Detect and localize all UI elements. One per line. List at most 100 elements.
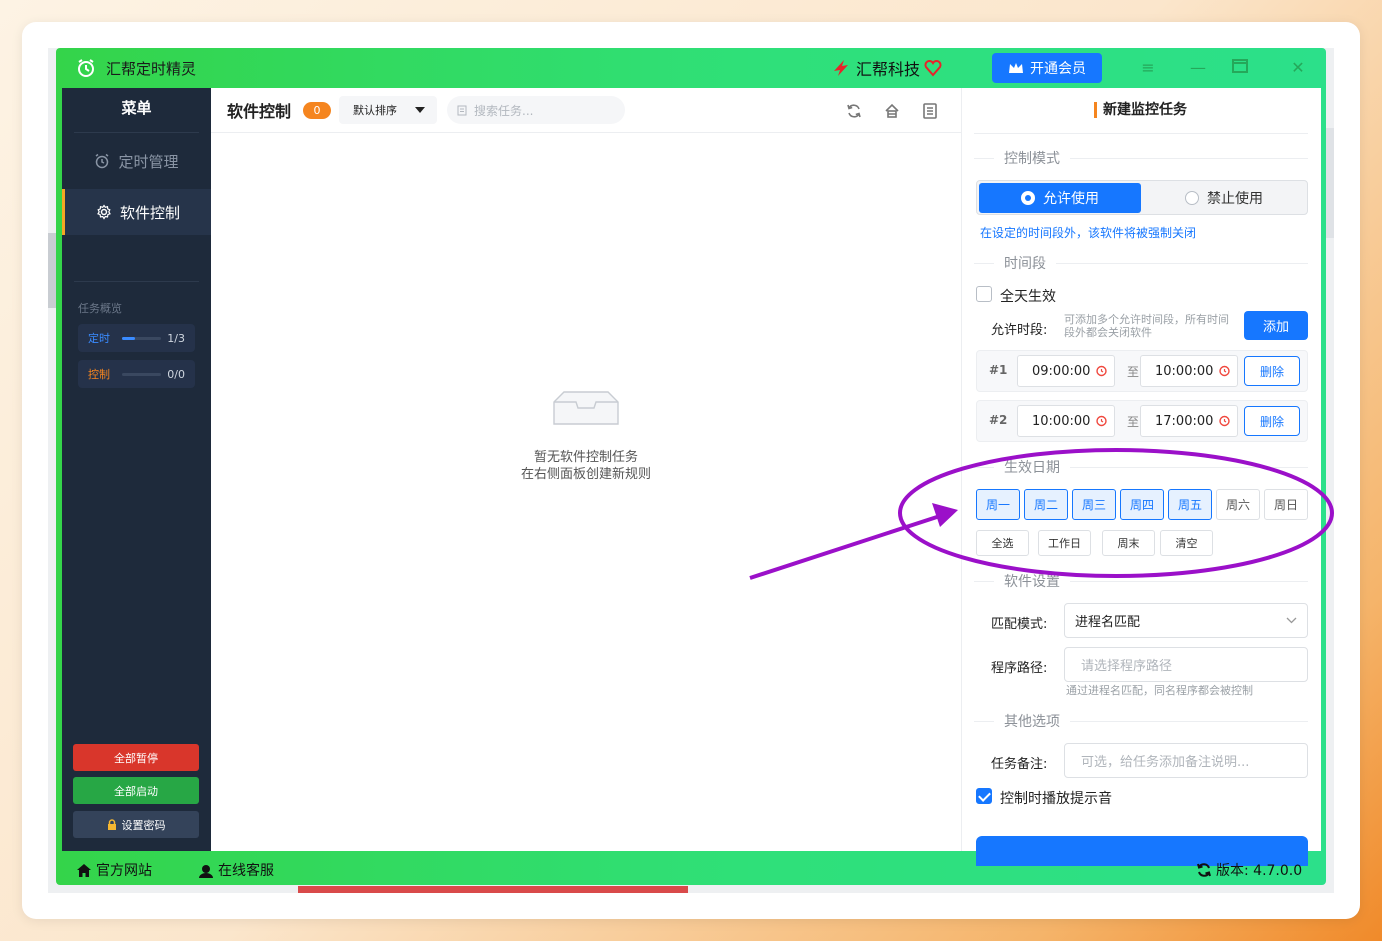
overview-row-control: 控制 0/0 (78, 360, 195, 388)
maximize-icon[interactable] (1230, 58, 1250, 78)
workdays-button[interactable]: 工作日 (1038, 530, 1091, 556)
day-thu[interactable]: 周四 (1120, 489, 1164, 520)
panel-title: 新建监控任务 (1094, 102, 1187, 118)
sidebar-item-label: 软件控制 (119, 203, 180, 222)
slot-number: #2 (989, 413, 1008, 427)
clear-days-button[interactable]: 清空 (1160, 530, 1213, 556)
menu-title: 菜单 (74, 88, 199, 133)
search-input[interactable]: 搜索任务... (447, 96, 626, 124)
sidebar-item-schedule[interactable]: 定时管理 (62, 138, 211, 184)
allow-period-label: 允许时段: (991, 323, 1048, 338)
brand-logo: 汇帮科技 (830, 56, 942, 80)
slot-end-time[interactable]: 10:00:00 (1140, 355, 1238, 387)
day-wed[interactable]: 周三 (1072, 489, 1116, 520)
alarm-icon (1219, 415, 1230, 427)
version-label: 版本: 4.7.0.0 (1216, 863, 1303, 879)
match-mode-select[interactable]: 进程名匹配 (1064, 603, 1308, 638)
weekend-button[interactable]: 周末 (1102, 530, 1155, 556)
allow-period-hint: 可添加多个允许时间段，所有时间段外都会关闭软件 (1064, 313, 1229, 339)
slot-number: #1 (989, 363, 1008, 377)
empty-subtitle: 在右侧面板创建新规则 (520, 467, 651, 482)
brand-icon (834, 60, 848, 76)
task-note-input[interactable]: 可选，给任务添加备注说明... (1064, 743, 1308, 778)
slot-start-time[interactable]: 09:00:00 (1017, 355, 1115, 387)
set-password-button[interactable]: 设置密码 (73, 811, 199, 838)
program-path-input[interactable]: 请选择程序路径 (1064, 647, 1308, 682)
mode-forbid-label: 禁止使用 (1207, 191, 1263, 207)
day-fri[interactable]: 周五 (1168, 489, 1212, 520)
sound-checkbox[interactable] (976, 788, 992, 804)
vip-button[interactable]: 开通会员 (992, 53, 1102, 83)
start-all-button[interactable]: 全部启动 (73, 777, 199, 804)
mode-hint: 在设定的时间段外，该软件将被强制关闭 (980, 226, 1197, 240)
title-bar: 汇帮定时精灵 汇帮科技 开通会员 ≡ — ✕ (56, 48, 1326, 88)
new-task-panel: 新建监控任务 控制模式 允许使用 禁止使用 在设定的时间段外，该软件将被强制关闭… (961, 88, 1321, 866)
minimize-icon[interactable]: — (1188, 58, 1208, 78)
clear-icon[interactable] (883, 102, 901, 120)
home-icon (77, 863, 91, 877)
slot-start-value: 10:00:00 (1032, 413, 1091, 429)
close-icon[interactable]: ✕ (1288, 58, 1308, 78)
alarm-clock-icon (96, 153, 109, 169)
day-mon[interactable]: 周一 (976, 489, 1020, 520)
delete-slot-button[interactable]: 删除 (1244, 356, 1300, 386)
pause-all-button[interactable]: 全部暂停 (73, 744, 199, 771)
list-icon[interactable] (921, 102, 939, 120)
support-label: 在线客服 (218, 863, 274, 879)
add-period-button[interactable]: 添加 (1244, 311, 1308, 340)
task-list-header: 软件控制 0 默认排序 搜索任务... (211, 88, 961, 133)
brand-name: 汇帮科技 (856, 60, 921, 79)
sort-label: 默认排序 (353, 104, 398, 117)
section-time: 时间段 (974, 253, 1308, 273)
menu-icon[interactable]: ≡ (1138, 58, 1158, 78)
day-sun[interactable]: 周日 (1264, 489, 1308, 520)
divider (974, 133, 1308, 134)
sidebar: 菜单 定时管理 软件控制 任务概览 定时 1/3 控制 0/0 全部暂停 全部启… (62, 88, 211, 851)
time-slot-row: #2 10:00:00 至 17:00:00 删除 (976, 400, 1308, 442)
empty-inbox-icon (553, 391, 619, 425)
program-path-hint: 通过进程名匹配，同名程序都会被控制 (1066, 684, 1253, 697)
page-title: 软件控制 (227, 102, 292, 121)
sidebar-item-software-control[interactable]: 软件控制 (62, 189, 211, 235)
match-mode-value: 进程名匹配 (1075, 615, 1141, 630)
sync-icon (1197, 863, 1211, 877)
task-count-badge: 0 (303, 101, 332, 119)
document-icon (457, 105, 467, 115)
section-software: 软件设置 (974, 571, 1308, 591)
select-all-days-button[interactable]: 全选 (976, 530, 1029, 556)
slot-start-value: 09:00:00 (1032, 363, 1091, 379)
alarm-icon (1219, 365, 1230, 377)
overview-value: 1/3 (167, 331, 185, 345)
task-list-panel: 软件控制 0 默认排序 搜索任务... 暂无软件控制任务 在右侧面板创建新规则 (211, 88, 961, 851)
crown-icon (1009, 63, 1023, 73)
overview-value: 0/0 (167, 367, 185, 381)
radio-icon (1021, 191, 1035, 205)
version-info: 版本: 4.7.0.0 (1196, 860, 1302, 880)
slot-start-time[interactable]: 10:00:00 (1017, 405, 1115, 437)
day-tue[interactable]: 周二 (1024, 489, 1068, 520)
website-label: 官方网站 (96, 863, 152, 879)
mode-forbid-option[interactable]: 禁止使用 (1143, 183, 1305, 213)
overview-title: 任务概览 (78, 302, 122, 315)
refresh-icon[interactable] (845, 102, 863, 120)
slot-end-time[interactable]: 17:00:00 (1140, 405, 1238, 437)
task-note-label: 任务备注: (991, 757, 1048, 772)
all-day-checkbox[interactable] (976, 286, 992, 302)
day-sat[interactable]: 周六 (1216, 489, 1260, 520)
program-path-label: 程序路径: (991, 661, 1048, 676)
radio-icon (1185, 191, 1199, 205)
official-website-link[interactable]: 官方网站 (76, 860, 152, 880)
caret-down-icon (415, 107, 426, 113)
delete-slot-button[interactable]: 删除 (1244, 406, 1300, 436)
sort-dropdown[interactable]: 默认排序 (339, 96, 438, 124)
search-placeholder: 搜索任务... (474, 103, 534, 118)
section-effective-date: 生效日期 (974, 457, 1308, 477)
online-support-link[interactable]: 在线客服 (198, 860, 274, 880)
alarm-clock-icon (78, 59, 94, 77)
mode-allow-label: 允许使用 (1043, 191, 1099, 207)
sound-label: 控制时播放提示音 (1000, 791, 1112, 807)
alarm-icon (1096, 415, 1107, 427)
overview-progress (122, 336, 162, 340)
alarm-icon (1096, 365, 1107, 377)
mode-allow-option[interactable]: 允许使用 (979, 183, 1141, 213)
